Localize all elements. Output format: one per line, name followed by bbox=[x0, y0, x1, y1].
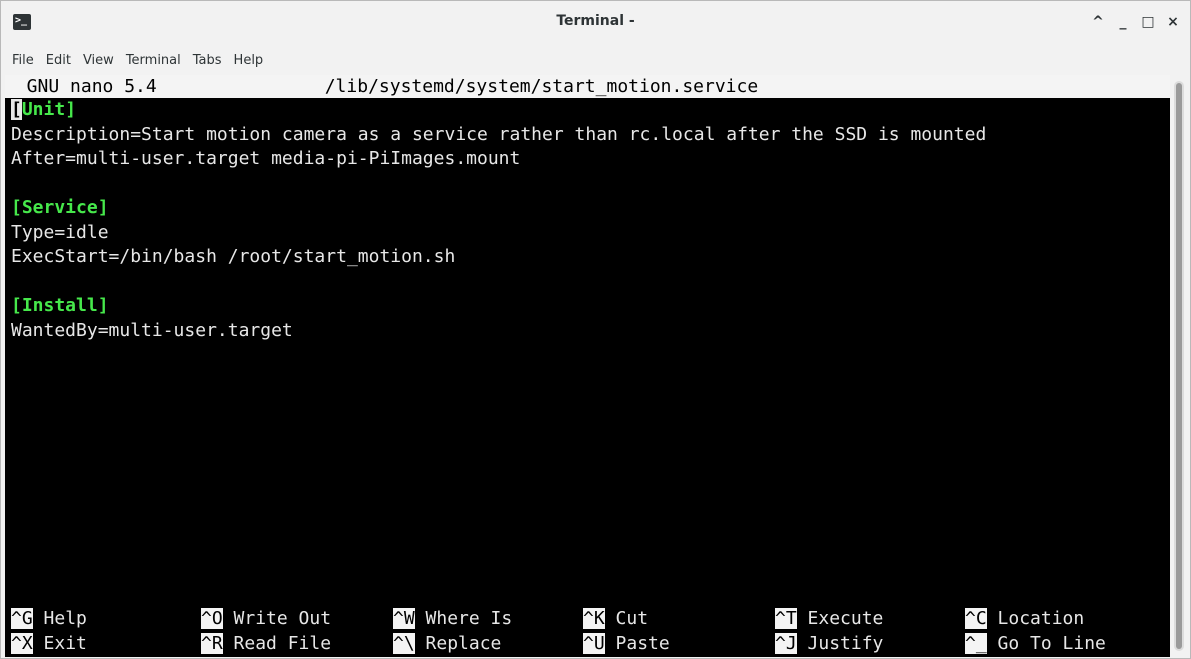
text-cursor: [ bbox=[11, 99, 22, 120]
shade-button[interactable]: ^ bbox=[1087, 11, 1109, 33]
shortcut-read-file[interactable]: ^R Read File bbox=[201, 632, 331, 657]
menu-terminal[interactable]: Terminal bbox=[120, 53, 187, 68]
menu-tabs[interactable]: Tabs bbox=[187, 53, 228, 68]
shortcut-exit[interactable]: ^X Exit bbox=[11, 632, 87, 657]
title-bar[interactable]: >_ Terminal - ^ _ □ × bbox=[1, 1, 1190, 46]
shortcut-location[interactable]: ^C Location bbox=[965, 607, 1084, 632]
menu-edit[interactable]: Edit bbox=[40, 53, 77, 68]
editor-line-10: WantedBy=multi-user.target bbox=[11, 319, 293, 341]
scrollbar[interactable] bbox=[1174, 81, 1184, 651]
shortcut-go-to-line[interactable]: ^_ Go To Line bbox=[965, 632, 1106, 657]
nano-filename: /lib/systemd/system/start_motion.service bbox=[324, 76, 759, 97]
shortcut-replace[interactable]: ^\ Replace bbox=[393, 632, 501, 657]
editor-line-4 bbox=[5, 172, 1170, 197]
terminal-window: >_ Terminal - ^ _ □ × File Edit View Ter… bbox=[0, 0, 1191, 659]
editor-line-1: [Unit] bbox=[5, 98, 1170, 123]
shortcut-row-2: ^X Exit ^R Read File ^\ Replace ^U Paste… bbox=[5, 632, 1170, 657]
maximize-button[interactable]: □ bbox=[1137, 11, 1159, 33]
shortcut-bar: ^G Help ^O Write Out ^W Where Is ^K Cut … bbox=[5, 607, 1170, 656]
scrollbar-thumb[interactable] bbox=[1176, 83, 1182, 649]
minimize-button[interactable]: _ bbox=[1112, 11, 1134, 33]
shortcut-cut[interactable]: ^K Cut bbox=[583, 607, 648, 632]
editor-line-2: Description=Start motion camera as a ser… bbox=[11, 123, 987, 145]
shortcut-help[interactable]: ^G Help bbox=[11, 607, 87, 632]
shortcut-execute[interactable]: ^T Execute bbox=[775, 607, 883, 632]
menu-help[interactable]: Help bbox=[228, 53, 270, 68]
shortcut-row-1: ^G Help ^O Write Out ^W Where Is ^K Cut … bbox=[5, 607, 1170, 632]
editor-line-1-text: Unit] bbox=[21, 99, 77, 120]
editor-line-9: [Install] bbox=[11, 295, 109, 316]
menu-bar: File Edit View Terminal Tabs Help bbox=[1, 46, 1190, 74]
terminal-area[interactable]: GNU nano 5.4/lib/systemd/system/start_mo… bbox=[5, 75, 1170, 657]
editor-line-5: [Service] bbox=[11, 197, 109, 218]
shortcut-justify[interactable]: ^J Justify bbox=[775, 632, 883, 657]
editor-line-8 bbox=[5, 270, 1170, 295]
shortcut-where-is[interactable]: ^W Where Is bbox=[393, 607, 512, 632]
nano-version: GNU nano 5.4 bbox=[5, 76, 157, 97]
shortcut-write-out[interactable]: ^O Write Out bbox=[201, 607, 331, 632]
nano-header: GNU nano 5.4/lib/systemd/system/start_mo… bbox=[5, 75, 1170, 98]
window-title: Terminal - bbox=[556, 13, 635, 29]
editor-line-6: Type=idle bbox=[11, 221, 109, 243]
close-button[interactable]: × bbox=[1162, 11, 1184, 33]
window-controls: ^ _ □ × bbox=[1087, 11, 1184, 33]
editor-line-3: After=multi-user.target media-pi-PiImage… bbox=[11, 148, 521, 169]
menu-view[interactable]: View bbox=[77, 53, 120, 68]
menu-file[interactable]: File bbox=[6, 53, 40, 68]
editor-line-7: ExecStart=/bin/bash /root/start_motion.s… bbox=[11, 246, 456, 267]
shortcut-paste[interactable]: ^U Paste bbox=[583, 632, 670, 657]
